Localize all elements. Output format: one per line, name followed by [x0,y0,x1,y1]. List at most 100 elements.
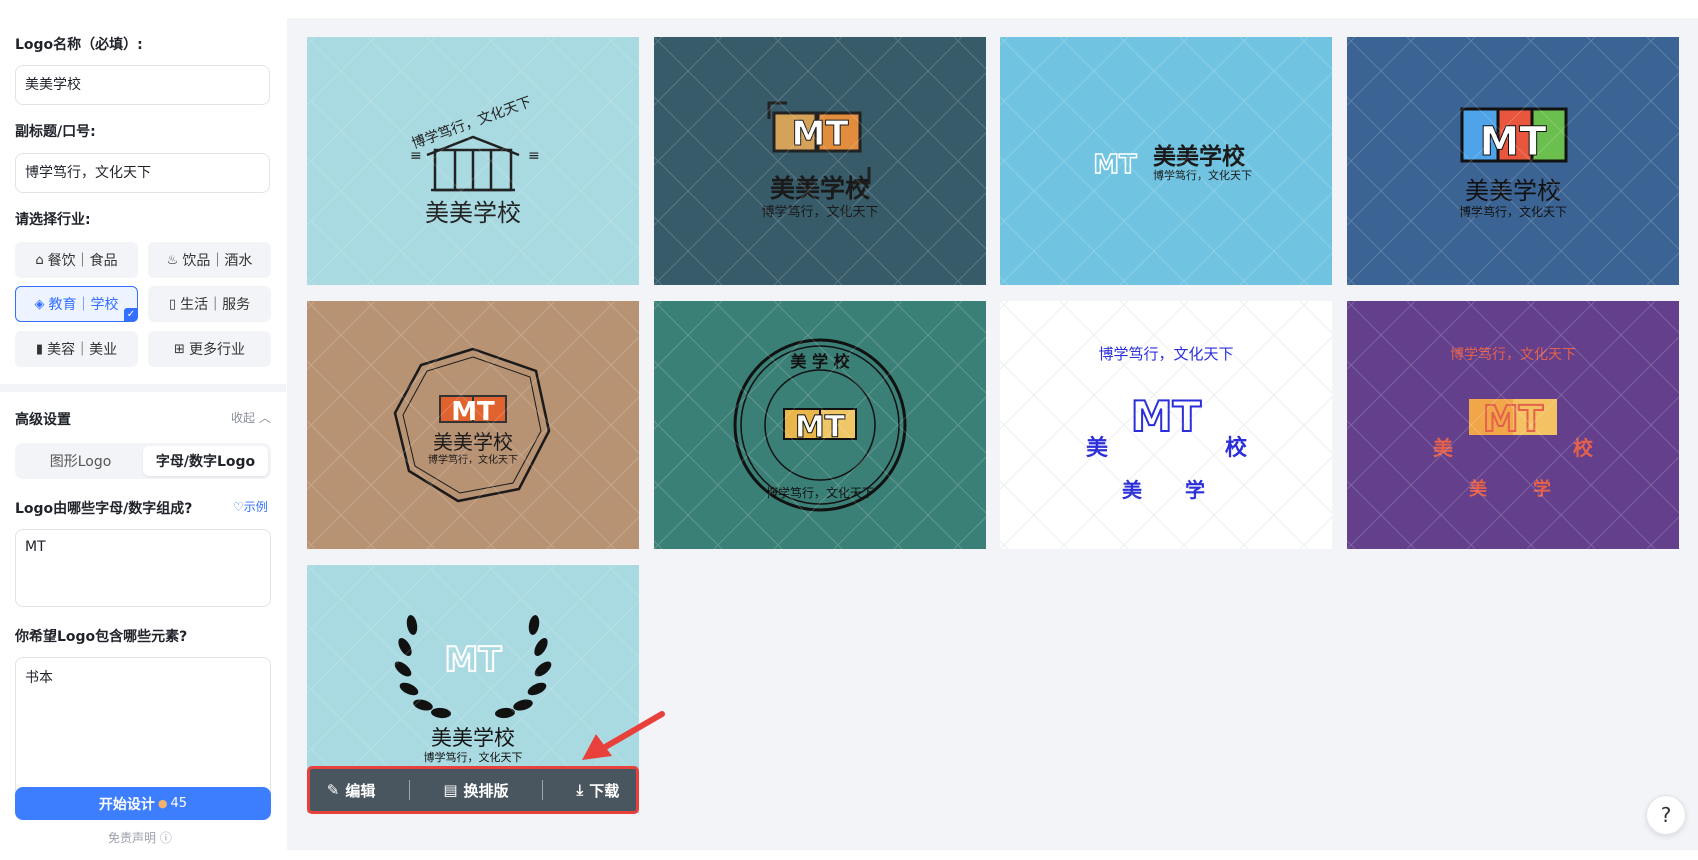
check-icon: ✓ [124,308,138,322]
industry-food-button[interactable]: ⌂ 餐饮｜食品 [15,242,138,278]
elements-textarea[interactable]: 书本 [15,657,271,802]
logo-preview-3: MT 美美学校 博学笃行，文化天下 [1092,143,1252,182]
industry-label: 请选择行业: [15,212,91,228]
logo-card[interactable]: 博学笃行，文化天下 MT 美 美 学 校 [1347,301,1679,549]
logo-slogan: 博学笃行，文化天下 [1459,204,1567,219]
example-label: 示例 [243,500,268,514]
download-label: 下载 [589,781,620,800]
logo-card[interactable]: MT 美美学校 博学笃行，文化天下 [1000,37,1332,285]
industry-label-education: 教育｜学校 [48,297,119,313]
logo-slogan: 博学笃行，文化天下 [1153,168,1252,182]
logo-slogan: 博学笃行，文化天下 [761,204,878,220]
logo-slogan: 博学笃行，文化天下 [1098,345,1233,363]
logo-name: 美美学校 [1465,177,1561,205]
advanced-settings-label: 高级设置 [15,412,71,428]
coin-icon: ● [157,797,168,810]
chevron-up-icon: ︿ [258,411,271,425]
help-button[interactable]: ? [1646,795,1686,835]
subtitle-label: 副标题/口号: [15,124,96,140]
industry-beauty-button[interactable]: ▮ 美容｜美业 [15,331,138,367]
logo-name: 美美学校 [1153,143,1246,170]
elements-label: 你希望Logo包含哪些元素? [15,629,188,645]
svg-text:美: 美 [1469,478,1487,500]
logo-name: 美美学校 [425,199,521,227]
divider [0,384,286,392]
logo-card[interactable]: MT 美美学校 博学笃行，文化天下 [307,301,639,549]
card-action-toolbar: ✎ 编辑 ▤ 换排版 ⤓ 下载 [307,766,639,814]
industry-label-beauty: 美容｜美业 [47,342,118,358]
sidebar: Logo名称（必填）: 美美学校 副标题/口号: 博学笃行，文化天下 请选择行业… [0,0,286,860]
svg-text:学: 学 [1533,478,1551,500]
collapse-label: 收起 [231,411,256,425]
cost-value: 45 [170,796,188,811]
example-link[interactable]: ♡示例 [233,498,268,515]
svg-text:美: 美 [1433,436,1454,460]
download-button[interactable]: ⤓ 下载 [577,780,620,801]
svg-text:美: 美 [1086,435,1109,461]
start-design-label: 开始设计 [98,796,155,813]
collapse-toggle[interactable]: 收起 ︿ [231,409,271,426]
logo-slogan: 博学笃行，文化天下 [1450,346,1576,363]
phone-icon: ▯ [168,296,177,312]
logo-card[interactable]: 博学笃行，文化天下 MT 美 美 学 校 [1000,301,1332,549]
svg-text:美 学 校: 美 学 校 [790,352,850,371]
edit-button[interactable]: ✎ 编辑 [327,780,376,801]
divider [542,780,544,800]
cloche-icon: ⌂ [35,252,44,268]
divider [408,780,410,800]
industry-life-button[interactable]: ▯ 生活｜服务 [148,286,271,322]
logo-card[interactable]: MT 美美学校 博学笃行，文化天下 [1347,37,1679,285]
industry-drink-button[interactable]: ♨ 饮品｜酒水 [148,242,271,278]
logo-name: 美美学校 [431,726,515,750]
logo-preview-8: 博学笃行，文化天下 MT 美 美 学 校 [1433,346,1594,500]
logo-slogan: 博学笃行，文化天下 [409,93,533,152]
letters-textarea[interactable]: MT [15,529,271,607]
relayout-button[interactable]: ▤ 换排版 [443,780,508,801]
logo-preview-7: 博学笃行，文化天下 MT 美 美 学 校 [1086,345,1248,502]
logo-initials: MT [1483,399,1544,440]
logo-type-tabs: 图形Logo 字母/数字Logo [15,443,271,479]
layout-icon: ▤ [443,781,458,799]
industry-more-button[interactable]: ⊞ 更多行业 [148,331,271,367]
question-circle-icon: ⓘ [159,831,172,845]
disclaimer-link[interactable]: 免责声明 ⓘ [108,829,172,846]
industry-label-drink: 饮品｜酒水 [182,253,253,269]
relayout-label: 换排版 [463,781,509,800]
logo-card[interactable]: 博学笃行，文化天下 ≡ ≡ 美美学校 [307,37,639,285]
svg-text:学: 学 [1185,478,1205,502]
cup-icon: ♨ [166,252,179,268]
logo-preview-1: 博学笃行，文化天下 ≡ ≡ 美美学校 [409,93,539,227]
graduation-icon: ◈ [34,296,45,312]
logo-card[interactable]: MT 美美学校 博学笃行，文化天下 [654,37,986,285]
tab-graphic-logo[interactable]: 图形Logo [18,446,143,476]
start-design-button[interactable]: 开始设计 ● 45 [15,787,271,820]
svg-text:校: 校 [1573,436,1594,460]
industry-education-button[interactable]: ◈ 教育｜学校 ✓ [15,286,138,322]
industry-label-food: 餐饮｜食品 [47,253,118,269]
industry-label-more: 更多行业 [188,342,245,358]
logo-card[interactable]: 美 学 校 博学笃行，文化天下 MT [654,301,986,549]
logo-name-label: Logo名称（必填）: [15,37,143,53]
download-icon: ⤓ [576,781,584,799]
logo-preview-4: MT 美美学校 博学笃行，文化天下 [1459,107,1568,219]
logo-initials: MT [795,410,846,445]
letters-label: Logo由哪些字母/数字组成? [15,501,193,517]
logo-slogan: 博学笃行，文化天下 [424,750,523,764]
lipstick-icon: ▮ [35,341,44,357]
logo-initials: MT [1093,150,1137,180]
edit-label: 编辑 [345,781,376,800]
bulb-icon: ♡ [233,500,244,514]
logo-name: 美美学校 [433,430,513,454]
logo-initials: MT [1479,119,1547,165]
logo-name-input[interactable]: 美美学校 [15,65,270,105]
logo-preview-5: MT 美美学校 博学笃行，文化天下 [393,347,551,503]
disclaimer-label: 免责声明 [108,831,157,845]
app-root: Logo名称（必填）: 美美学校 副标题/口号: 博学笃行，文化天下 请选择行业… [0,0,1698,860]
industry-label-life: 生活｜服务 [180,297,251,313]
annotation-arrow-icon [582,711,665,760]
tab-letter-logo[interactable]: 字母/数字Logo [143,446,268,476]
logo-slogan: 博学笃行，文化天下 [428,453,518,466]
grid-icon: ⊞ [174,341,185,357]
subtitle-input[interactable]: 博学笃行，文化天下 [15,153,270,193]
logo-initials: MT [444,640,502,680]
